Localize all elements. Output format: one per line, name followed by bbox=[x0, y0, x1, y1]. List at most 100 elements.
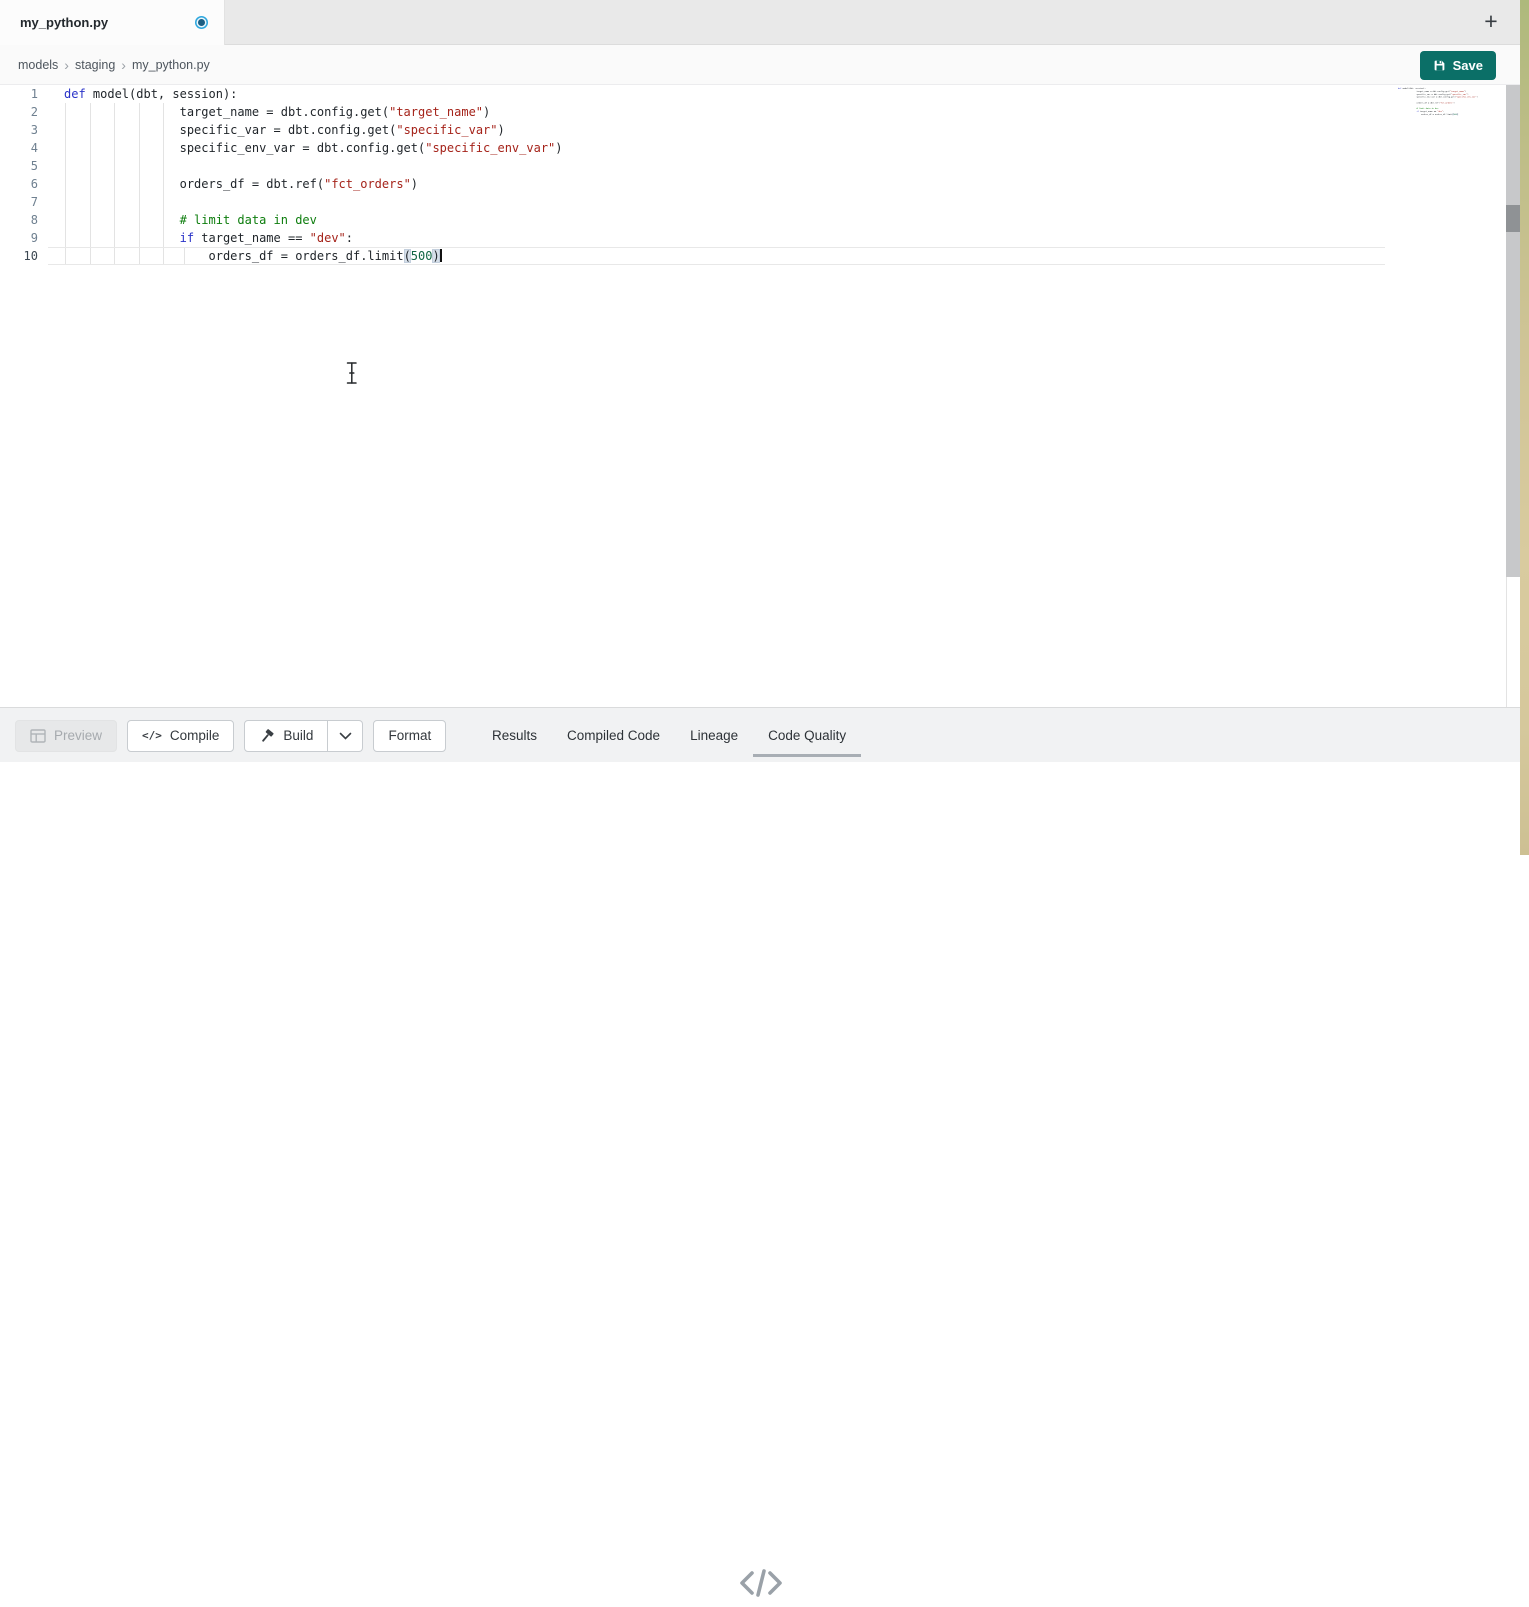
line-number: 7 bbox=[0, 193, 48, 211]
minimap[interactable]: def model(dbt, session): target_name = d… bbox=[1398, 87, 1504, 207]
save-button[interactable]: Save bbox=[1420, 51, 1496, 80]
code-content[interactable]: def model(dbt, session): target_name = d… bbox=[48, 85, 1385, 265]
code-token: ) bbox=[1453, 102, 1454, 104]
code-line[interactable]: orders_df = orders_df.limit(500) bbox=[48, 247, 1385, 265]
panel-tabs: Results Compiled Code Lineage Code Quali… bbox=[477, 708, 861, 763]
code-line[interactable] bbox=[48, 193, 1385, 211]
code-line[interactable]: # limit data in dev bbox=[48, 211, 1385, 229]
chevron-down-icon bbox=[339, 732, 352, 740]
code-token bbox=[64, 231, 180, 245]
build-button-label: Build bbox=[283, 728, 313, 743]
code-token: specific_var = dbt.config.get( bbox=[64, 123, 396, 137]
code-token: "target_name" bbox=[389, 105, 483, 119]
code-token: "specific_env_var" bbox=[425, 141, 555, 155]
breadcrumb-separator-icon: › bbox=[64, 57, 69, 73]
action-buttons: Preview </> Compile Bui bbox=[15, 708, 446, 763]
unsaved-changes-dot-icon bbox=[195, 16, 208, 29]
tab-code-quality[interactable]: Code Quality bbox=[753, 708, 861, 763]
code-token: "dev" bbox=[310, 231, 346, 245]
ide-window: my_python.py + models › staging › my_pyt… bbox=[0, 0, 1529, 855]
bottom-toolbar: Preview </> Compile Bui bbox=[0, 707, 1520, 762]
code-token: ) bbox=[483, 105, 490, 119]
build-split-button: Build bbox=[244, 720, 363, 752]
code-token: "fct_orders" bbox=[324, 177, 411, 191]
code-token: orders_df = dbt.ref( bbox=[1398, 102, 1440, 104]
code-line[interactable]: if target_name == "dev": bbox=[48, 229, 1385, 247]
code-token: # limit data in dev bbox=[180, 213, 317, 227]
compile-button-label: Compile bbox=[170, 728, 220, 743]
file-tab-label: my_python.py bbox=[20, 15, 108, 30]
hammer-icon bbox=[259, 728, 275, 744]
code-editor[interactable]: 12345678910 def model(dbt, session): tar… bbox=[0, 85, 1520, 707]
code-line[interactable]: specific_var = dbt.config.get("specific_… bbox=[48, 121, 1385, 139]
line-number-gutter: 12345678910 bbox=[0, 85, 48, 265]
line-number: 8 bbox=[0, 211, 48, 229]
save-button-label: Save bbox=[1453, 58, 1483, 73]
vertical-scrollbar[interactable] bbox=[1506, 85, 1520, 577]
code-token: "fct_orders" bbox=[1440, 102, 1454, 104]
desktop-background-edge bbox=[1520, 0, 1529, 855]
code-token: orders_df = dbt.ref( bbox=[64, 177, 324, 191]
code-token: : bbox=[346, 231, 353, 245]
line-number: 4 bbox=[0, 139, 48, 157]
build-button[interactable]: Build bbox=[244, 720, 328, 752]
code-brackets-icon: </> bbox=[142, 729, 162, 742]
code-line[interactable] bbox=[48, 157, 1385, 175]
new-tab-button[interactable]: + bbox=[1478, 6, 1504, 36]
preview-button[interactable]: Preview bbox=[15, 720, 117, 752]
code-token: "specific_env_var" bbox=[1456, 96, 1477, 98]
code-token: model(dbt, session): bbox=[86, 87, 238, 101]
line-number: 2 bbox=[0, 103, 48, 121]
line-number: 6 bbox=[0, 175, 48, 193]
code-token: orders_df = orders_df.limit bbox=[64, 249, 404, 263]
code-slash-icon bbox=[738, 1564, 784, 1607]
scrollbar-thumb[interactable] bbox=[1506, 205, 1520, 232]
editor-right-edge bbox=[1506, 577, 1507, 707]
code-token: orders_df = orders_df.limit bbox=[1398, 113, 1452, 115]
file-tab-my-python[interactable]: my_python.py bbox=[0, 0, 225, 45]
code-token: ) bbox=[411, 177, 418, 191]
floppy-disk-icon bbox=[1433, 59, 1446, 72]
code-line[interactable]: def model(dbt, session): bbox=[48, 85, 1385, 103]
text-cursor bbox=[440, 249, 442, 262]
line-number: 1 bbox=[0, 85, 48, 103]
code-token: target_name = dbt.config.get( bbox=[64, 105, 389, 119]
table-grid-icon bbox=[30, 729, 46, 743]
code-line[interactable]: target_name = dbt.config.get("target_nam… bbox=[48, 103, 1385, 121]
text-ibeam-cursor-icon bbox=[345, 361, 359, 390]
tab-results[interactable]: Results bbox=[477, 708, 552, 763]
compile-button[interactable]: </> Compile bbox=[127, 720, 234, 752]
code-token: ) bbox=[432, 249, 439, 263]
format-button[interactable]: Format bbox=[373, 720, 446, 752]
code-token: if bbox=[180, 231, 194, 245]
code-token: ) bbox=[555, 141, 562, 155]
breadcrumb-bar: models › staging › my_python.py Save bbox=[0, 45, 1520, 85]
breadcrumb-item-staging[interactable]: staging bbox=[75, 58, 115, 72]
code-token: target_name == bbox=[194, 231, 310, 245]
code-line: orders_df = orders_df.limit(500) bbox=[1398, 113, 1500, 116]
code-token: ) bbox=[1457, 113, 1458, 115]
preview-button-label: Preview bbox=[54, 728, 102, 743]
code-token: ) bbox=[498, 123, 505, 137]
line-number: 3 bbox=[0, 121, 48, 139]
code-line[interactable]: specific_env_var = dbt.config.get("speci… bbox=[48, 139, 1385, 157]
code-token bbox=[64, 213, 180, 227]
breadcrumb-separator-icon: › bbox=[121, 57, 126, 73]
code-token: specific_env_var = dbt.config.get( bbox=[64, 141, 425, 155]
code-line[interactable]: orders_df = dbt.ref("fct_orders") bbox=[48, 175, 1385, 193]
minimap-content: def model(dbt, session): target_name = d… bbox=[1398, 87, 1500, 116]
tab-compiled-code[interactable]: Compiled Code bbox=[552, 708, 675, 763]
editor-tab-bar: my_python.py + bbox=[0, 0, 1520, 45]
line-number: 5 bbox=[0, 157, 48, 175]
code-token: ( bbox=[404, 249, 411, 263]
code-token: "specific_var" bbox=[396, 123, 497, 137]
breadcrumb-item-file[interactable]: my_python.py bbox=[132, 58, 210, 72]
code-token: ) bbox=[1477, 96, 1478, 98]
code-token: def bbox=[64, 87, 86, 101]
code-token: 500 bbox=[411, 249, 433, 263]
tab-lineage[interactable]: Lineage bbox=[675, 708, 753, 763]
breadcrumb: models › staging › my_python.py bbox=[18, 45, 210, 85]
format-button-label: Format bbox=[388, 728, 431, 743]
build-options-dropdown[interactable] bbox=[328, 720, 363, 752]
breadcrumb-item-models[interactable]: models bbox=[18, 58, 58, 72]
